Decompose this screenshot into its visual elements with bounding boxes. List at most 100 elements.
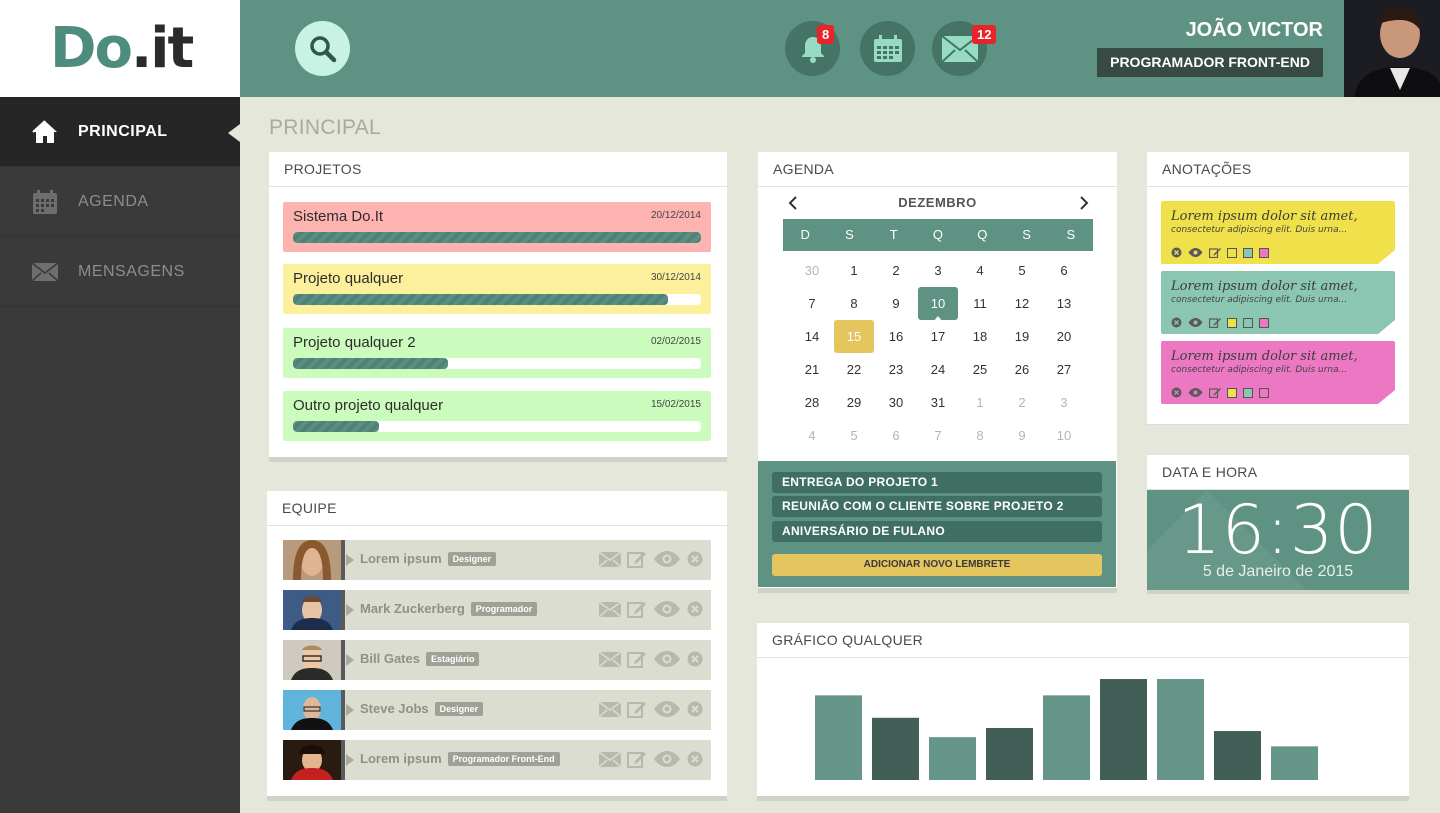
notifications-button[interactable]: 8 <box>785 21 840 76</box>
chart-bar[interactable] <box>1100 679 1147 780</box>
calendar-day[interactable]: 2 <box>1001 386 1043 419</box>
remove-icon[interactable] <box>687 701 703 717</box>
project-item[interactable]: Sistema Do.It 20/12/2014 <box>283 202 711 252</box>
edit-icon[interactable] <box>627 650 647 668</box>
chart-bar[interactable] <box>1157 679 1204 780</box>
message-icon[interactable] <box>599 551 621 567</box>
remove-icon[interactable] <box>687 551 703 567</box>
color-swatch[interactable] <box>1227 317 1237 328</box>
calendar-day[interactable]: 23 <box>875 353 917 386</box>
color-swatch[interactable] <box>1259 247 1269 258</box>
team-member-row[interactable]: Lorem ipsum Programador Front-End <box>283 740 711 780</box>
calendar-day[interactable]: 20 <box>1043 320 1085 353</box>
calendar-day[interactable]: 4 <box>959 254 1001 287</box>
calendar-day[interactable]: 5 <box>1001 254 1043 287</box>
message-icon[interactable] <box>599 701 621 717</box>
add-reminder-button[interactable]: ADICIONAR NOVO LEMBRETE <box>772 554 1102 576</box>
calendar-day[interactable]: 11 <box>959 287 1001 320</box>
team-member-row[interactable]: Steve Jobs Designer <box>283 690 711 730</box>
chart-bar[interactable] <box>986 727 1033 780</box>
color-swatch[interactable] <box>1243 387 1253 398</box>
calendar-day[interactable]: 19 <box>1001 320 1043 353</box>
calendar-day[interactable]: 9 <box>875 287 917 320</box>
view-icon[interactable] <box>653 701 681 717</box>
team-member-row[interactable]: Mark Zuckerberg Programador <box>283 590 711 630</box>
edit-icon[interactable] <box>627 750 647 768</box>
chart-bar[interactable] <box>1271 746 1318 780</box>
logo[interactable]: Do.it <box>50 16 194 82</box>
remove-icon[interactable] <box>687 651 703 667</box>
note-card[interactable]: Lorem ipsum dolor sit amet, consectetur a… <box>1161 201 1395 264</box>
color-swatch[interactable] <box>1259 387 1269 398</box>
search-button[interactable] <box>295 21 350 76</box>
calendar-day[interactable]: 13 <box>1043 287 1085 320</box>
note-card[interactable]: Lorem ipsum dolor sit amet, consectetur a… <box>1161 341 1395 404</box>
calendar-day[interactable]: 30 <box>791 254 833 287</box>
close-icon[interactable] <box>1171 247 1182 258</box>
calendar-day[interactable]: 3 <box>1043 386 1085 419</box>
sidebar-item-principal[interactable]: PRINCIPAL <box>0 97 240 167</box>
calendar-day[interactable]: 21 <box>791 353 833 386</box>
calendar-day[interactable]: 24 <box>917 353 959 386</box>
calendar-day[interactable]: 31 <box>917 386 959 419</box>
edit-icon[interactable] <box>627 600 647 618</box>
calendar-day[interactable]: 7 <box>791 287 833 320</box>
color-swatch[interactable] <box>1243 317 1253 328</box>
calendar-day[interactable]: 16 <box>875 320 917 353</box>
calendar-day[interactable]: 12 <box>1001 287 1043 320</box>
calendar-day[interactable]: 17 <box>917 320 959 353</box>
team-member-row[interactable]: Bill Gates Estagiário <box>283 640 711 680</box>
sidebar-item-mensagens[interactable]: MENSAGENS <box>0 237 240 307</box>
calendar-day-selected[interactable]: 10 <box>918 287 958 322</box>
calendar-day-today[interactable]: 15 <box>834 320 874 353</box>
reminder-item[interactable]: ENTREGA DO PROJETO 1 <box>772 472 1102 493</box>
team-member-row[interactable]: Lorem ipsum Designer <box>283 540 711 580</box>
color-swatch[interactable] <box>1243 247 1253 258</box>
calendar-day[interactable]: 3 <box>917 254 959 287</box>
calendar-button[interactable] <box>860 21 915 76</box>
view-icon[interactable] <box>653 651 681 667</box>
calendar-day[interactable]: 18 <box>959 320 1001 353</box>
project-item[interactable]: Projeto qualquer 30/12/2014 <box>283 264 711 314</box>
calendar-day[interactable]: 9 <box>1001 419 1043 452</box>
next-month-button[interactable] <box>1076 193 1092 213</box>
note-card[interactable]: Lorem ipsum dolor sit amet, consectetur a… <box>1161 271 1395 334</box>
color-swatch[interactable] <box>1227 387 1237 398</box>
calendar-day[interactable]: 1 <box>959 386 1001 419</box>
color-swatch[interactable] <box>1259 317 1269 328</box>
reminder-item[interactable]: ANIVERSÁRIO DE FULANO <box>772 521 1102 542</box>
edit-icon[interactable] <box>1209 247 1221 258</box>
calendar-day[interactable]: 8 <box>833 287 875 320</box>
edit-icon[interactable] <box>627 700 647 718</box>
chart-bar[interactable] <box>1043 695 1090 780</box>
chart-bar[interactable] <box>815 695 862 780</box>
calendar-day[interactable]: 8 <box>959 419 1001 452</box>
sidebar-item-agenda[interactable]: AGENDA <box>0 167 240 237</box>
edit-icon[interactable] <box>1209 387 1221 398</box>
calendar-day[interactable]: 4 <box>791 419 833 452</box>
calendar-day[interactable]: 14 <box>791 320 833 353</box>
edit-icon[interactable] <box>627 550 647 568</box>
calendar-day[interactable]: 28 <box>791 386 833 419</box>
message-icon[interactable] <box>599 751 621 767</box>
calendar-day[interactable]: 6 <box>875 419 917 452</box>
message-icon[interactable] <box>599 601 621 617</box>
user-avatar[interactable] <box>1344 0 1440 97</box>
calendar-day[interactable]: 26 <box>1001 353 1043 386</box>
calendar-day[interactable]: 6 <box>1043 254 1085 287</box>
view-icon[interactable] <box>1188 388 1203 397</box>
message-icon[interactable] <box>599 651 621 667</box>
remove-icon[interactable] <box>687 751 703 767</box>
view-icon[interactable] <box>653 601 681 617</box>
chart-bar[interactable] <box>1214 731 1261 780</box>
calendar-day[interactable]: 10 <box>1043 419 1085 452</box>
view-icon[interactable] <box>653 751 681 767</box>
reminder-item[interactable]: REUNIÃO COM O CLIENTE SOBRE PROJETO 2 <box>772 496 1102 517</box>
calendar-day[interactable]: 1 <box>833 254 875 287</box>
messages-button[interactable]: 12 <box>932 21 997 76</box>
calendar-day[interactable]: 5 <box>833 419 875 452</box>
view-icon[interactable] <box>1188 248 1203 257</box>
remove-icon[interactable] <box>687 601 703 617</box>
calendar-day[interactable]: 29 <box>833 386 875 419</box>
calendar-day[interactable]: 2 <box>875 254 917 287</box>
